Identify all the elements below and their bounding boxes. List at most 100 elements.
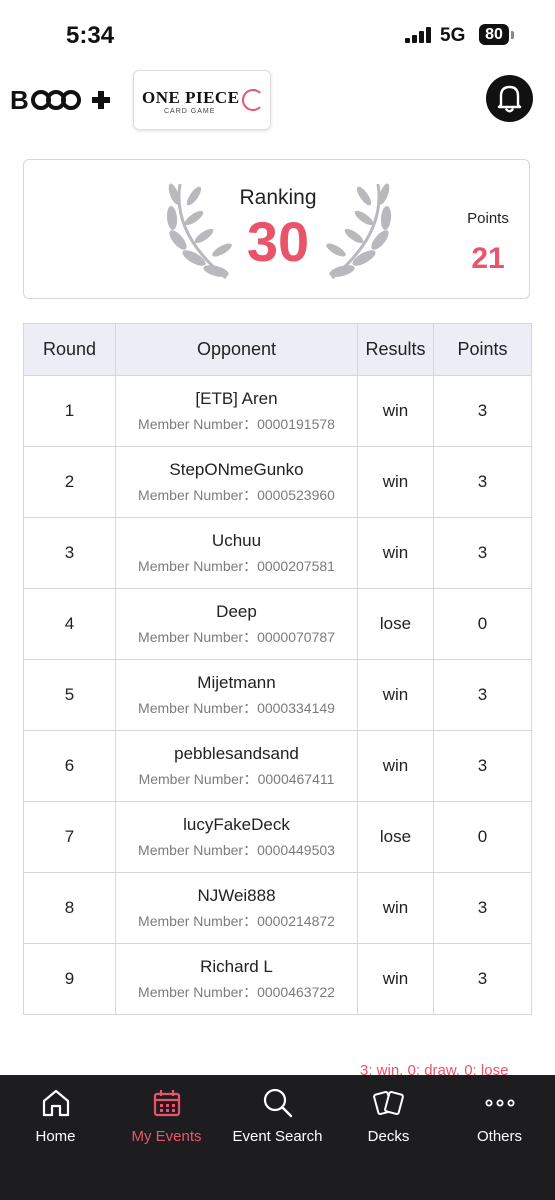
battery-tip xyxy=(511,31,514,39)
round-cell: 5 xyxy=(23,659,116,731)
header-results: Results xyxy=(357,323,434,376)
round-cell: 9 xyxy=(23,943,116,1015)
opponent-member-number: Member Number：0000449503 xyxy=(138,841,335,858)
points-cell: 0 xyxy=(433,801,532,873)
cards-icon xyxy=(373,1090,404,1116)
opponent-cell: Deep Member Number：0000070787 xyxy=(115,588,358,660)
app-header: B ONE PIECE CARD GAME xyxy=(0,66,555,132)
opponent-name: Mijetmann xyxy=(197,672,276,692)
result-cell: win xyxy=(357,872,434,944)
opponent-name: Richard L xyxy=(200,956,273,976)
result-cell: win xyxy=(357,943,434,1015)
one-piece-logo[interactable]: ONE PIECE CARD GAME xyxy=(133,70,271,130)
opponent-cell: StepONmeGunko Member Number：0000523960 xyxy=(115,446,358,518)
nav-home[interactable]: Home xyxy=(0,1075,111,1165)
opponent-cell: Richard L Member Number：0000463722 xyxy=(115,943,358,1015)
points-cell: 3 xyxy=(433,517,532,589)
opponent-member-number: Member Number：0000207581 xyxy=(138,557,335,574)
round-cell: 4 xyxy=(23,588,116,660)
result-cell: lose xyxy=(357,801,434,873)
header-round: Round xyxy=(23,323,116,376)
notification-button[interactable] xyxy=(486,75,533,122)
result-cell: win xyxy=(357,659,434,731)
table-row: 5 Mijetmann Member Number：0000334149 win… xyxy=(23,659,532,731)
home-icon xyxy=(42,1089,70,1117)
opponent-member-number: Member Number：0000463722 xyxy=(138,983,335,1000)
nav-event-search[interactable]: Event Search xyxy=(222,1075,333,1165)
bell-icon xyxy=(497,85,522,113)
result-cell: win xyxy=(357,375,434,447)
opponent-member-number: Member Number：0000191578 xyxy=(138,415,335,432)
opponent-name: StepONmeGunko xyxy=(169,459,304,479)
points-cell: 3 xyxy=(433,446,532,518)
result-cell: win xyxy=(357,730,434,802)
opponent-cell: Mijetmann Member Number：0000334149 xyxy=(115,659,358,731)
points-cell: 3 xyxy=(433,943,532,1015)
round-cell: 7 xyxy=(23,801,116,873)
battery-icon: 80 xyxy=(479,24,509,45)
round-cell: 8 xyxy=(23,872,116,944)
ranking-value: 30 xyxy=(246,210,310,273)
result-cell: win xyxy=(357,517,434,589)
round-cell: 2 xyxy=(23,446,116,518)
points-cell: 3 xyxy=(433,375,532,447)
opponent-name: pebblesandsand xyxy=(174,743,299,763)
nav-my-events[interactable]: My Events xyxy=(111,1075,222,1165)
table-row: 8 NJWei888 Member Number：0000214872 win … xyxy=(23,872,532,944)
nav-my-events-label: My Events xyxy=(131,1128,202,1145)
opponent-name: Deep xyxy=(216,601,257,621)
opponent-name: lucyFakeDeck xyxy=(183,814,290,834)
search-icon xyxy=(263,1088,293,1118)
table-row: 6 pebblesandsand Member Number：000046741… xyxy=(23,730,532,802)
signal-icon xyxy=(405,27,435,43)
nav-decks-label: Decks xyxy=(367,1128,410,1145)
nav-event-search-label: Event Search xyxy=(232,1128,323,1145)
opponent-name: [ETB] Aren xyxy=(195,388,278,408)
nav-others[interactable]: Others xyxy=(444,1075,555,1165)
opponent-name: NJWei888 xyxy=(197,885,276,905)
nav-home-label: Home xyxy=(35,1128,76,1145)
table-row: 2 StepONmeGunko Member Number：0000523960… xyxy=(23,446,532,518)
opponent-member-number: Member Number：0000070787 xyxy=(138,628,335,645)
result-cell: win xyxy=(357,446,434,518)
table-row: 9 Richard L Member Number：0000463722 win… xyxy=(23,943,532,1015)
opponent-cell: NJWei888 Member Number：0000214872 xyxy=(115,872,358,944)
points-cell: 3 xyxy=(433,659,532,731)
opponent-cell: [ETB] Aren Member Number：0000191578 xyxy=(115,375,358,447)
calendar-icon xyxy=(153,1090,181,1117)
bottom-nav: Home My Events Event Search Decks Others xyxy=(0,1075,555,1200)
table-row: 3 Uchuu Member Number：0000207581 win 3 xyxy=(23,517,532,589)
ranking-card: Ranking 30 Points 21 xyxy=(23,159,530,299)
network-label: 5G xyxy=(440,25,466,46)
round-cell: 1 xyxy=(23,375,116,447)
header-opponent: Opponent xyxy=(115,323,358,376)
table-header-row: Round Opponent Results Points xyxy=(23,323,532,376)
opponent-name: Uchuu xyxy=(211,530,262,550)
points-value: 21 xyxy=(471,242,505,275)
header-points: Points xyxy=(433,323,532,376)
opponent-member-number: Member Number：0000467411 xyxy=(138,770,335,787)
one-piece-logo-subtitle: CARD GAME xyxy=(164,108,216,115)
more-icon xyxy=(485,1099,515,1107)
round-cell: 3 xyxy=(23,517,116,589)
table-row: 7 lucyFakeDeck Member Number：0000449503 … xyxy=(23,801,532,873)
opponent-member-number: Member Number：0000214872 xyxy=(138,912,335,929)
opponent-cell: pebblesandsand Member Number：0000467411 xyxy=(115,730,358,802)
bandai-logo: B xyxy=(10,85,110,114)
refresh-icon xyxy=(242,89,264,111)
result-cell: lose xyxy=(357,588,434,660)
opponent-member-number: Member Number：0000334149 xyxy=(138,699,335,716)
status-time: 5:34 xyxy=(66,22,115,49)
ranking-label: Ranking xyxy=(239,186,317,209)
nav-decks[interactable]: Decks xyxy=(333,1075,444,1165)
battery-level: 80 xyxy=(485,26,503,43)
round-cell: 6 xyxy=(23,730,116,802)
status-bar: 5:34 5G 80 xyxy=(0,0,555,66)
points-cell: 0 xyxy=(433,588,532,660)
one-piece-logo-title: ONE PIECE xyxy=(142,88,240,107)
points-cell: 3 xyxy=(433,872,532,944)
points-label: Points xyxy=(467,210,509,227)
table-row: 4 Deep Member Number：0000070787 lose 0 xyxy=(23,588,532,660)
opponent-member-number: Member Number：0000523960 xyxy=(138,486,335,503)
nav-others-label: Others xyxy=(476,1128,522,1145)
